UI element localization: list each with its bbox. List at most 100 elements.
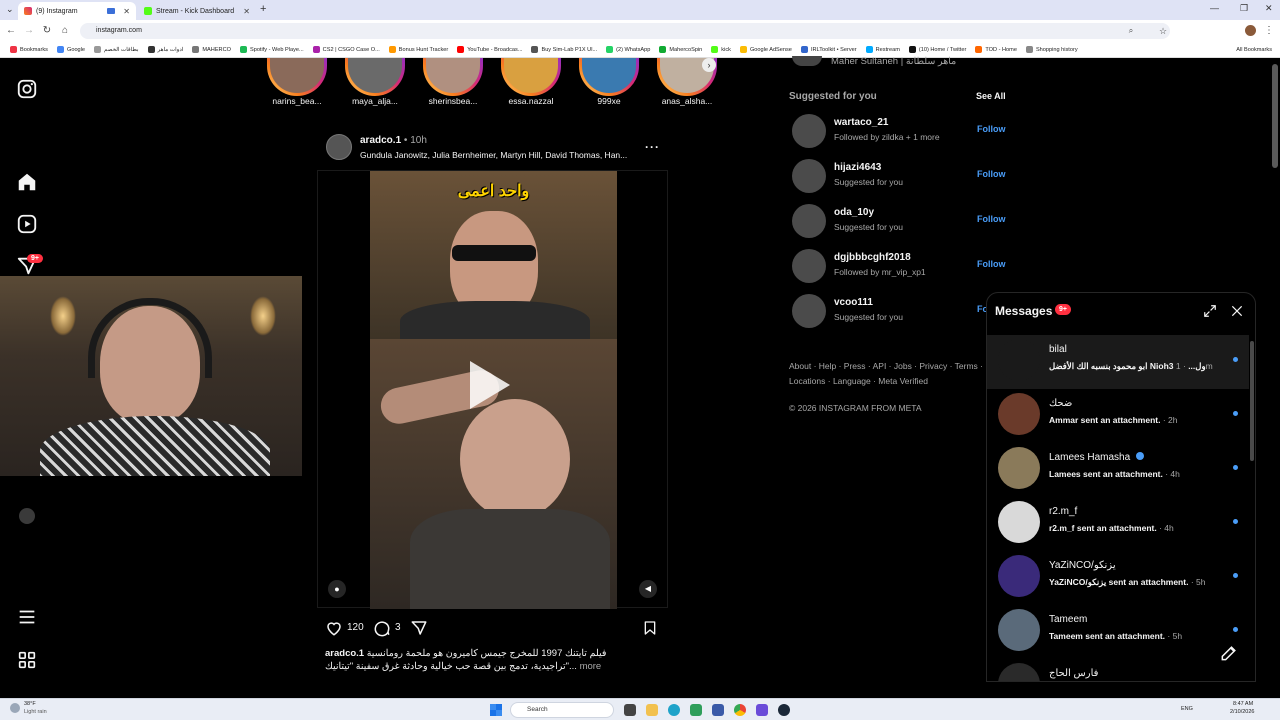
new-tab-button[interactable]: + bbox=[260, 3, 266, 15]
reload-icon[interactable]: ↻ bbox=[40, 24, 54, 38]
app-icon[interactable] bbox=[690, 704, 702, 716]
follow-button[interactable]: Follow bbox=[977, 124, 1006, 134]
save-icon[interactable] bbox=[642, 619, 658, 637]
follow-button[interactable]: Follow bbox=[977, 259, 1006, 269]
suggestion-avatar[interactable] bbox=[792, 204, 826, 238]
suggestion-username[interactable]: wartaco_21 bbox=[834, 117, 888, 128]
follow-button[interactable]: Follow bbox=[977, 214, 1006, 224]
post-video[interactable]: واحد اعمى ● ◀ bbox=[317, 170, 668, 609]
more-apps-icon[interactable] bbox=[16, 649, 38, 671]
post-collaborators[interactable]: Gundula Janowitz, Julia Bernheimer, Mart… bbox=[360, 150, 627, 160]
suggestion-avatar[interactable] bbox=[792, 294, 826, 328]
bookmark-item[interactable]: Bookmarks bbox=[10, 46, 48, 53]
caption-username[interactable]: aradco.1 bbox=[325, 648, 364, 659]
bookmark-item[interactable]: Restream bbox=[865, 46, 900, 53]
bookmark-item[interactable]: Google AdSense bbox=[739, 46, 792, 53]
story-item[interactable]: 999xe bbox=[574, 58, 644, 106]
caption-more-link[interactable]: more bbox=[580, 661, 602, 672]
bookmark-item[interactable]: Bonus Hunt Tracker bbox=[388, 46, 448, 53]
bookmark-item[interactable]: (10) Home / Twitter bbox=[908, 46, 966, 53]
star-icon[interactable]: ☆ bbox=[1156, 24, 1170, 38]
story-item[interactable]: essa.nazzal bbox=[496, 58, 566, 106]
suggestion-row[interactable]: oda_10y Suggested for you Follow bbox=[790, 204, 1010, 244]
bookmark-item[interactable]: Spotify - Web Playe... bbox=[239, 46, 304, 53]
messages-scrollbar[interactable] bbox=[1250, 341, 1254, 461]
mute-icon[interactable]: ◀ bbox=[639, 580, 657, 598]
file-explorer-icon[interactable] bbox=[646, 704, 658, 716]
conversation-item[interactable]: ضحك Ammar sent an attachment. · 2h bbox=[987, 389, 1249, 443]
profile-avatar[interactable] bbox=[1245, 25, 1256, 36]
conversation-item[interactable]: Lamees Hamasha Lamees sent an attachment… bbox=[987, 443, 1249, 497]
bookmark-item[interactable]: TOD - Home bbox=[975, 46, 1017, 53]
comment-icon[interactable] bbox=[373, 619, 391, 637]
close-window-button[interactable]: ✕ bbox=[1265, 3, 1273, 14]
suggestion-avatar[interactable] bbox=[792, 114, 826, 148]
taskbar-search[interactable]: Search bbox=[510, 702, 614, 718]
suggestion-row[interactable]: vcoo111 Suggested for you Fo bbox=[790, 294, 1010, 334]
follow-button[interactable]: Follow bbox=[977, 169, 1006, 179]
home-icon[interactable]: ⌂ bbox=[58, 24, 72, 38]
share-icon[interactable] bbox=[410, 619, 428, 637]
bookmark-item[interactable]: بطاقات الخصم bbox=[94, 46, 139, 53]
bookmark-item[interactable]: Buy Sim-Lab P1X Ul... bbox=[531, 46, 597, 53]
close-tab-icon[interactable]: ✕ bbox=[123, 7, 130, 16]
zoom-icon[interactable]: ⌕ bbox=[1124, 24, 1138, 38]
suggestion-row[interactable]: dgjbbbcghf2018 Followed by mr_vip_xp1 Foll… bbox=[790, 249, 1010, 289]
post-author-avatar[interactable] bbox=[326, 134, 352, 160]
instagram-logo-icon[interactable] bbox=[16, 78, 38, 100]
conversation-item[interactable]: فارس الحاج bbox=[987, 659, 1249, 681]
stories-next-icon[interactable]: › bbox=[702, 58, 716, 72]
tagged-users-icon[interactable]: ● bbox=[328, 580, 346, 598]
chrome-icon[interactable] bbox=[734, 704, 746, 716]
bookmark-item[interactable]: Shopping history bbox=[1025, 46, 1078, 53]
bookmark-item[interactable]: MahercoSpin bbox=[659, 46, 702, 53]
bookmark-item[interactable]: (2) WhatsApp bbox=[606, 46, 650, 53]
pip-icon[interactable] bbox=[107, 8, 116, 14]
back-icon[interactable]: ← bbox=[4, 24, 18, 38]
tab-instagram[interactable]: (9) Instagram ✕ bbox=[18, 2, 136, 20]
suggestion-username[interactable]: oda_10y bbox=[834, 207, 874, 218]
story-item[interactable]: sherinsbea... bbox=[418, 58, 488, 106]
close-tab-icon[interactable]: ✕ bbox=[243, 7, 250, 16]
suggestion-username[interactable]: dgjbbbcghf2018 bbox=[834, 252, 911, 263]
story-item[interactable]: maya_alja... bbox=[340, 58, 410, 106]
post-options-icon[interactable]: ··· bbox=[645, 140, 660, 154]
all-bookmarks-button[interactable]: All Bookmarks bbox=[1236, 47, 1280, 53]
tab-search-chevron-icon[interactable]: ⌄ bbox=[6, 4, 14, 15]
post-username[interactable]: aradco.1 bbox=[360, 135, 401, 146]
current-user-name[interactable]: Maher Sultaneh | ماهر سلطانة bbox=[831, 56, 956, 67]
story-item[interactable]: narins_bea... bbox=[262, 58, 332, 106]
hamburger-menu-icon[interactable] bbox=[16, 606, 38, 628]
home-icon[interactable] bbox=[16, 171, 38, 193]
suggestion-row[interactable]: wartaco_21 Followed by zildka + 1 more Fol… bbox=[790, 114, 1010, 154]
current-user-avatar[interactable] bbox=[792, 56, 822, 66]
edge-icon[interactable] bbox=[668, 704, 680, 716]
bookmark-item[interactable]: Google bbox=[56, 46, 85, 53]
bookmark-item[interactable]: CS2 | CSGO Case O... bbox=[312, 46, 380, 53]
task-view-icon[interactable] bbox=[624, 704, 636, 716]
suggestion-row[interactable]: hijazi4643 Suggested for you Follow bbox=[790, 159, 1010, 199]
conversation-item[interactable]: Tameem Tameem sent an attachment. · 5h bbox=[987, 605, 1249, 659]
weather-icon[interactable] bbox=[10, 703, 20, 713]
suggestion-avatar[interactable] bbox=[792, 249, 826, 283]
suggestion-username[interactable]: vcoo111 bbox=[834, 297, 873, 308]
page-scrollbar[interactable] bbox=[1272, 64, 1278, 168]
app-icon[interactable] bbox=[756, 704, 768, 716]
reels-icon[interactable] bbox=[16, 213, 38, 235]
conversation-item[interactable]: r2.m_f r2.m_f sent an attachment. · 4h bbox=[987, 497, 1249, 551]
like-count[interactable]: 120 bbox=[347, 622, 364, 633]
lang-indicator[interactable]: ENG bbox=[1181, 706, 1193, 712]
tab-kick[interactable]: Stream - Kick Dashboard ✕ bbox=[138, 2, 256, 20]
close-icon[interactable] bbox=[1230, 304, 1244, 318]
play-icon[interactable] bbox=[470, 361, 510, 409]
footer-links-1[interactable]: About · Help · Press · API · Jobs · Priv… bbox=[789, 361, 983, 371]
forward-icon[interactable]: → bbox=[22, 24, 36, 38]
see-all-link[interactable]: See All bbox=[976, 91, 1006, 101]
comment-count[interactable]: 3 bbox=[395, 622, 401, 633]
bookmark-item[interactable]: MAHERCO bbox=[192, 46, 231, 53]
bookmark-item[interactable]: IRLToolkit • Server bbox=[800, 46, 857, 53]
bookmark-item[interactable]: ادوات ماهر bbox=[147, 46, 183, 53]
start-icon[interactable] bbox=[490, 704, 502, 716]
suggestion-username[interactable]: hijazi4643 bbox=[834, 162, 881, 173]
footer-links-2[interactable]: Locations · Language · Meta Verified bbox=[789, 376, 928, 386]
